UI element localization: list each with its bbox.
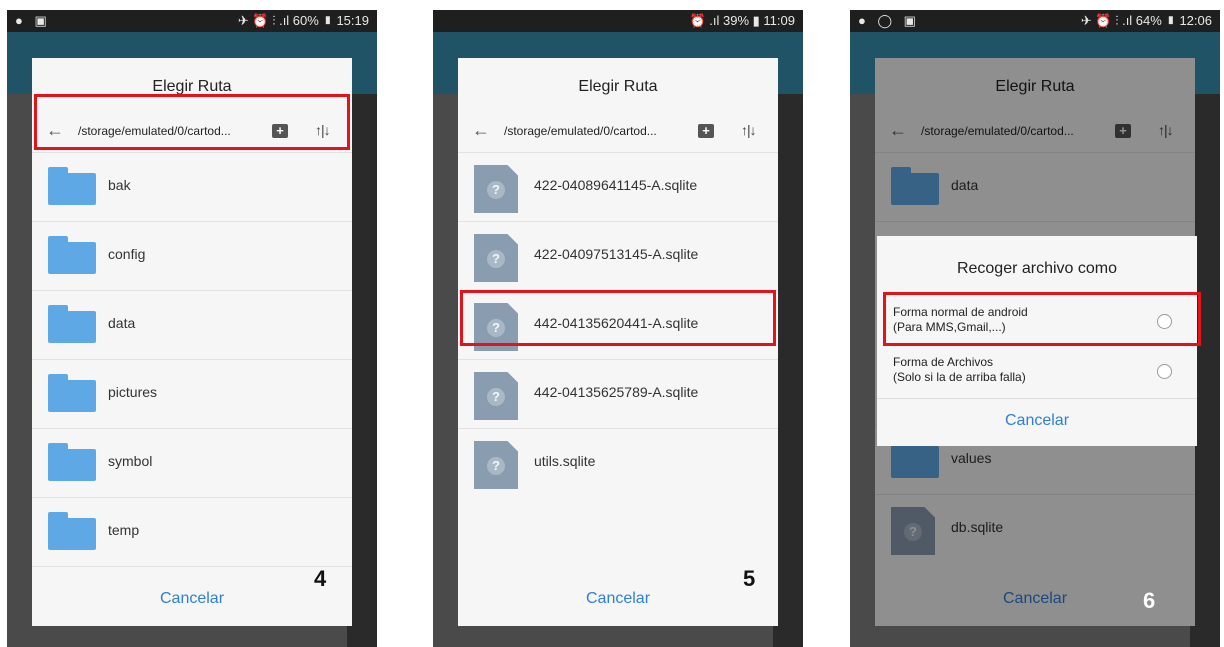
option-label: Forma de Archivos (Solo si la de arriba … bbox=[893, 355, 1026, 385]
status-left-icons: ● ◯ ▣ bbox=[858, 13, 920, 28]
highlight-path-bar bbox=[34, 94, 350, 150]
back-arrow-icon[interactable]: ← bbox=[472, 120, 490, 141]
list-item[interactable]: utils.sqlite bbox=[458, 429, 778, 497]
path-bar: ← /storage/emulated/0/cartod... + ↑|↓ bbox=[458, 112, 778, 152]
picker-cancel-button[interactable]: Cancelar bbox=[877, 412, 1197, 430]
list-item[interactable]: 442-04135625789-A.sqlite bbox=[458, 360, 778, 429]
folder-icon bbox=[48, 374, 96, 412]
cancel-button[interactable]: Cancelar bbox=[32, 590, 352, 608]
folder-icon bbox=[48, 305, 96, 343]
folder-icon bbox=[48, 236, 96, 274]
item-label: data bbox=[108, 315, 136, 331]
phone-screen-1: ● ▣ ✈ ⏰ ⫶ .ıl 60% ▮ 15:19 Elegir Ruta ← … bbox=[7, 10, 377, 647]
divider bbox=[877, 398, 1197, 399]
list-item[interactable]: pictures bbox=[32, 360, 352, 429]
item-label: pictures bbox=[108, 384, 158, 400]
current-path: /storage/emulated/0/cartod... bbox=[504, 124, 657, 138]
status-right-info: ✈ ⏰ ⫶ .ıl 64% ▮ 12:06 bbox=[1080, 13, 1212, 28]
cancel-button[interactable]: Cancelar bbox=[458, 590, 778, 608]
phone-screen-3: ● ◯ ▣ ✈ ⏰ ⫶ .ıl 64% ▮ 12:06 Elegir Ruta … bbox=[850, 10, 1220, 647]
list-item[interactable]: 422-04089641145-A.sqlite bbox=[458, 153, 778, 222]
highlight-selected-file bbox=[460, 290, 776, 346]
status-left-icons: ● ▣ bbox=[15, 13, 51, 28]
highlight-option bbox=[883, 292, 1201, 346]
folder-icon bbox=[48, 443, 96, 481]
status-right-info: ⏰ .ıl 39% ▮ 11:09 bbox=[689, 13, 796, 28]
list-item[interactable]: 422-04097513145-A.sqlite bbox=[458, 222, 778, 291]
list-item[interactable]: symbol bbox=[32, 429, 352, 498]
list-item[interactable]: config bbox=[32, 222, 352, 291]
file-unknown-icon bbox=[474, 165, 518, 213]
file-list: bak config data pictures symbol temp bbox=[32, 152, 352, 573]
status-bar: ● ◯ ▣ ✈ ⏰ ⫶ .ıl 64% ▮ 12:06 bbox=[850, 10, 1220, 32]
step-number: 4 bbox=[314, 566, 327, 591]
sort-icon[interactable]: ↑|↓ bbox=[741, 122, 757, 138]
file-unknown-icon bbox=[474, 234, 518, 282]
list-item[interactable]: bak bbox=[32, 153, 352, 222]
option-file-mode[interactable]: Forma de Archivos (Solo si la de arriba … bbox=[877, 350, 1197, 398]
status-bar: ● ▣ ✈ ⏰ ⫶ .ıl 60% ▮ 15:19 bbox=[7, 10, 377, 32]
item-label: bak bbox=[108, 177, 131, 193]
item-label: 442-04135625789-A.sqlite bbox=[534, 384, 699, 400]
step-number: 6 bbox=[1143, 588, 1156, 613]
option-line2: (Solo si la de arriba falla) bbox=[893, 370, 1026, 384]
item-label: temp bbox=[108, 522, 140, 538]
option-line1: Forma de Archivos bbox=[893, 355, 994, 369]
item-label: 422-04097513145-A.sqlite bbox=[534, 246, 699, 262]
step-number: 5 bbox=[743, 566, 756, 591]
list-item[interactable] bbox=[32, 567, 352, 573]
list-item[interactable]: temp bbox=[32, 498, 352, 567]
item-label: config bbox=[108, 246, 146, 262]
file-unknown-icon bbox=[474, 441, 518, 489]
file-unknown-icon bbox=[474, 372, 518, 420]
file-list: 422-04089641145-A.sqlite 422-04097513145… bbox=[458, 152, 778, 573]
item-label: 422-04089641145-A.sqlite bbox=[534, 177, 698, 193]
item-label: utils.sqlite bbox=[534, 453, 596, 469]
status-bar: ⏰ .ıl 39% ▮ 11:09 bbox=[433, 10, 803, 32]
list-item[interactable]: data bbox=[32, 291, 352, 360]
radio-button[interactable] bbox=[1157, 364, 1172, 379]
status-right-info: ✈ ⏰ ⫶ .ıl 60% ▮ 15:19 bbox=[237, 13, 369, 28]
picker-title: Recoger archivo como bbox=[956, 260, 1118, 277]
item-label: symbol bbox=[108, 453, 153, 469]
folder-icon bbox=[48, 512, 96, 550]
new-folder-icon[interactable]: + bbox=[698, 124, 714, 138]
phone-screen-2: ⏰ .ıl 39% ▮ 11:09 Elegir Ruta ← /storage… bbox=[433, 10, 803, 647]
dialog-title: Elegir Ruta bbox=[578, 78, 658, 95]
folder-icon bbox=[48, 167, 96, 205]
